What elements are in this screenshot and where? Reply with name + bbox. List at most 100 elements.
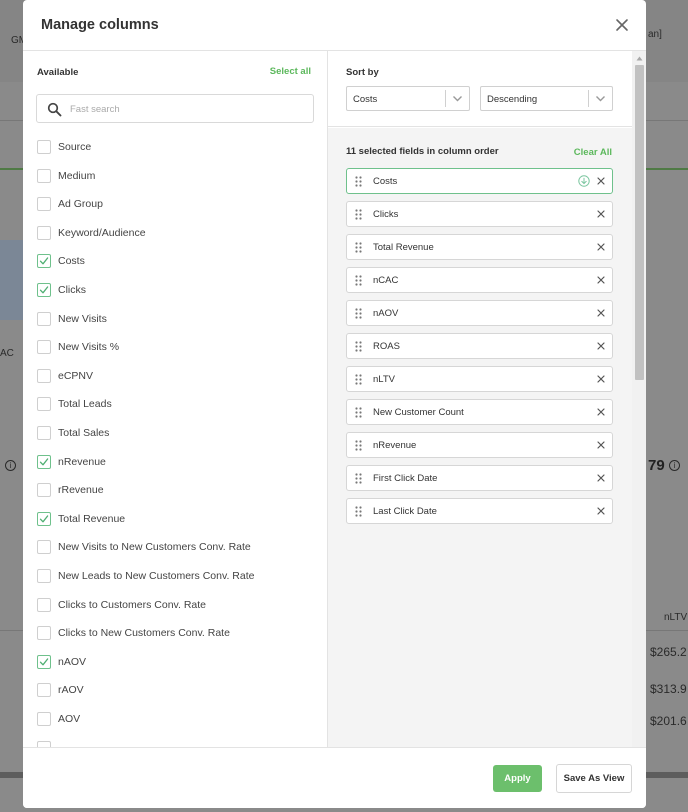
field-label: rAOV (58, 684, 84, 697)
selected-field-chip[interactable]: nLTV (346, 366, 613, 392)
field-item[interactable]: AOV (37, 710, 80, 728)
field-item[interactable]: Total Revenue (37, 510, 125, 528)
field-label: eCPNV (58, 369, 94, 382)
field-item[interactable]: rAOV (37, 681, 84, 699)
field-item[interactable]: New Visits to New Customers Conv. Rate (37, 538, 251, 556)
sort-direction-select[interactable]: Descending (480, 86, 613, 111)
remove-icon[interactable] (597, 243, 605, 251)
checkbox[interactable] (37, 483, 51, 498)
field-item[interactable]: Ad Group (37, 195, 103, 213)
checkbox[interactable] (37, 340, 51, 355)
save-as-view-button[interactable]: Save As View (556, 764, 632, 793)
checkbox[interactable] (37, 140, 51, 154)
remove-icon[interactable] (597, 474, 605, 482)
checkbox[interactable] (37, 712, 51, 726)
drag-handle-icon[interactable] (355, 506, 362, 517)
checkbox[interactable] (37, 225, 51, 240)
checkbox-checked[interactable] (37, 254, 51, 269)
field-item[interactable]: eCPNV (37, 367, 93, 385)
search-input[interactable] (70, 100, 305, 118)
selected-field-chip[interactable]: ROAS (346, 333, 613, 359)
field-item[interactable]: nAOV (37, 653, 86, 671)
field-item[interactable] (37, 739, 58, 747)
selected-field-chip[interactable]: New Customer Count (346, 399, 613, 425)
background-green-line (646, 168, 688, 170)
remove-icon[interactable] (597, 177, 605, 185)
drag-handle-icon[interactable] (355, 242, 362, 253)
selected-field-chip[interactable]: nRevenue (346, 432, 613, 458)
checkbox[interactable] (37, 540, 51, 555)
selected-field-chip[interactable]: Total Revenue (346, 234, 613, 260)
checkbox[interactable] (37, 168, 51, 183)
field-item[interactable]: New Leads to New Customers Conv. Rate (37, 567, 254, 585)
selected-field-label: ROAS (373, 341, 400, 352)
field-label: New Leads to New Customers Conv. Rate (58, 570, 255, 582)
select-all-link[interactable]: Select all (270, 66, 311, 77)
checkbox-checked[interactable] (37, 654, 51, 669)
scrollbar[interactable] (632, 51, 646, 747)
field-label: Total Leads (58, 398, 112, 411)
checkbox[interactable] (37, 397, 51, 412)
checkbox-checked[interactable] (37, 283, 51, 297)
field-item[interactable]: Medium (37, 167, 95, 185)
apply-button[interactable]: Apply (493, 765, 542, 792)
selected-field-chip[interactable]: Costs (346, 168, 613, 194)
selected-field-chip[interactable]: First Click Date (346, 465, 613, 491)
field-item[interactable]: Clicks to Customers Conv. Rate (37, 596, 206, 614)
close-icon[interactable] (612, 15, 632, 35)
checkbox[interactable] (37, 426, 51, 440)
background-chart-block (0, 240, 23, 320)
checkbox[interactable] (37, 626, 51, 641)
selected-field-chip[interactable]: Clicks (346, 201, 613, 227)
checkbox[interactable] (37, 597, 51, 612)
field-item[interactable]: nRevenue (37, 453, 106, 471)
checkbox-checked[interactable] (37, 511, 51, 526)
field-item[interactable]: Clicks to New Customers Conv. Rate (37, 624, 230, 642)
field-item[interactable]: New Visits (37, 310, 107, 328)
field-item[interactable]: Keyword/Audience (37, 224, 146, 242)
drag-handle-icon[interactable] (355, 473, 362, 484)
selected-field-label: Total Revenue (373, 242, 434, 253)
drag-handle-icon[interactable] (355, 308, 362, 319)
remove-icon[interactable] (597, 408, 605, 416)
field-item[interactable]: Costs (37, 252, 85, 270)
selected-field-label: nAOV (373, 308, 399, 319)
background-divider (0, 630, 23, 631)
remove-icon[interactable] (597, 210, 605, 218)
drag-handle-icon[interactable] (355, 275, 362, 286)
selected-field-chip[interactable]: nAOV (346, 300, 613, 326)
drag-handle-icon[interactable] (355, 209, 362, 220)
remove-icon[interactable] (597, 507, 605, 515)
field-item[interactable]: Clicks (37, 281, 86, 299)
remove-icon[interactable] (597, 276, 605, 284)
selected-field-chip[interactable]: nCAC (346, 267, 613, 293)
checkbox[interactable] (37, 197, 51, 212)
sort-field-select[interactable]: Costs (346, 86, 470, 111)
checkbox[interactable] (37, 311, 51, 326)
drag-handle-icon[interactable] (355, 440, 362, 451)
selected-field-label: New Customer Count (373, 407, 464, 418)
clear-all-link[interactable]: Clear All (574, 147, 612, 158)
selected-field-chip[interactable]: Last Click Date (346, 498, 613, 524)
checkbox[interactable] (37, 569, 51, 583)
drag-handle-icon[interactable] (355, 407, 362, 418)
checkbox-checked[interactable] (37, 454, 51, 469)
checkbox[interactable] (37, 683, 51, 698)
remove-icon[interactable] (597, 309, 605, 317)
drag-handle-icon[interactable] (355, 341, 362, 352)
remove-icon[interactable] (597, 441, 605, 449)
scroll-thumb[interactable] (635, 65, 644, 380)
field-item[interactable]: rRevenue (37, 481, 104, 499)
checkbox[interactable] (37, 368, 51, 383)
scroll-up-icon[interactable] (636, 56, 643, 61)
drag-handle-icon[interactable] (355, 374, 362, 385)
field-item[interactable]: Total Leads (37, 395, 112, 413)
search-icon (47, 102, 62, 117)
check-icon (39, 515, 49, 523)
field-item[interactable]: Total Sales (37, 424, 109, 442)
field-item[interactable]: Source (37, 138, 91, 156)
drag-handle-icon[interactable] (355, 176, 362, 187)
remove-icon[interactable] (597, 342, 605, 350)
field-item[interactable]: New Visits % (37, 338, 119, 356)
remove-icon[interactable] (597, 375, 605, 383)
